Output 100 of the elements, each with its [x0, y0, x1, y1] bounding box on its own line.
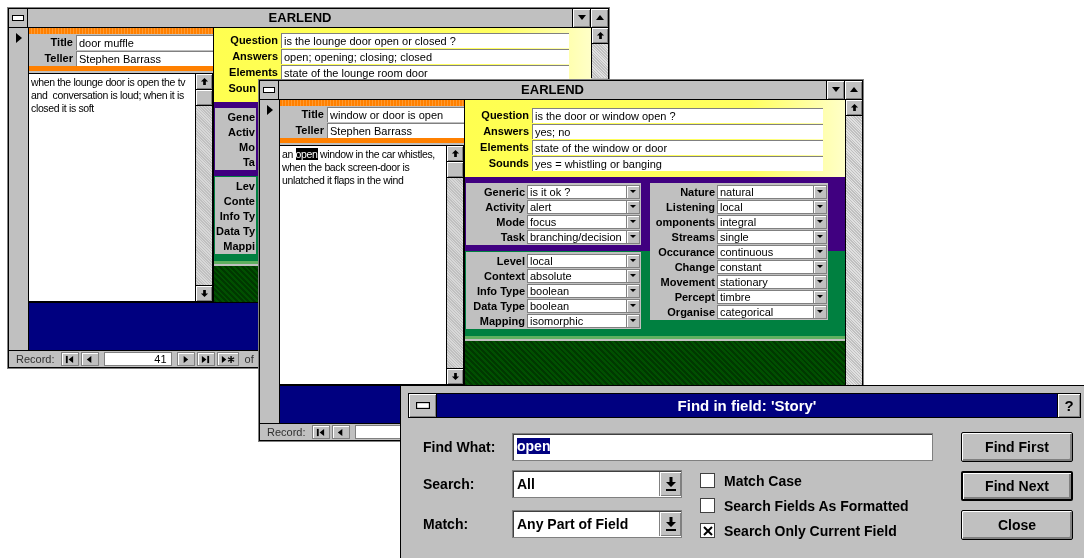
checkbox-label[interactable]: Search Fields As Formatted	[724, 497, 909, 514]
scroll-up-button[interactable]	[592, 28, 608, 44]
dropdown-button[interactable]	[626, 284, 639, 297]
scroll-up-button[interactable]	[447, 146, 463, 162]
system-menu-button[interactable]	[9, 9, 28, 27]
dropdown-field[interactable]: constant	[717, 259, 827, 274]
dropdown-button[interactable]	[626, 230, 639, 243]
dropdown-field[interactable]: categorical	[717, 304, 827, 319]
new-record-button[interactable]	[216, 352, 239, 366]
dropdown-field[interactable]: integral	[717, 214, 827, 229]
checkbox[interactable]	[700, 498, 715, 513]
dialog-button[interactable]: Close	[961, 510, 1073, 540]
text-field[interactable]: state of the lounge room door	[281, 64, 569, 80]
dropdown-button[interactable]	[813, 185, 826, 198]
dropdown-button[interactable]	[626, 215, 639, 228]
dropdown-field[interactable]: alert	[527, 199, 640, 214]
dropdown-field[interactable]: continuous	[717, 244, 827, 259]
scroll-thumb[interactable]	[196, 90, 212, 106]
scroll-thumb[interactable]	[447, 162, 463, 178]
previous-record-button[interactable]	[331, 425, 350, 439]
combo-box[interactable]: Any Part of Field	[512, 510, 682, 538]
vertical-scrollbar[interactable]	[591, 28, 608, 78]
text-field[interactable]: window or door is open	[327, 106, 464, 122]
dropdown-button[interactable]	[659, 512, 681, 536]
dropdown-button[interactable]	[813, 305, 826, 318]
combo-box[interactable]: All	[512, 470, 682, 498]
field-label: Occurance	[657, 245, 716, 258]
dropdown-field[interactable]: absolute	[527, 268, 640, 283]
dropdown-button[interactable]	[813, 290, 826, 303]
record-pointer-icon	[14, 32, 23, 44]
first-record-button[interactable]	[60, 352, 79, 366]
vertical-scrollbar[interactable]	[446, 146, 464, 384]
dialog-button[interactable]: Find Next	[961, 471, 1073, 501]
dialog-button[interactable]: Find First	[961, 432, 1073, 462]
dropdown-button[interactable]	[626, 269, 639, 282]
scroll-up-button[interactable]	[196, 74, 212, 90]
next-record-button[interactable]	[176, 352, 195, 366]
text-field[interactable]: Stephen Barrass	[327, 122, 464, 138]
system-menu-button[interactable]	[409, 394, 437, 417]
dropdown-button[interactable]	[813, 200, 826, 213]
dropdown-field[interactable]: single	[717, 229, 827, 244]
maximize-button[interactable]	[844, 81, 862, 99]
scroll-up-button[interactable]	[846, 100, 862, 116]
dropdown-button[interactable]	[813, 215, 826, 228]
previous-record-button[interactable]	[80, 352, 99, 366]
text-field[interactable]: door muffle	[76, 34, 213, 50]
maximize-button[interactable]	[590, 9, 608, 27]
dropdown-field[interactable]: boolean	[527, 298, 640, 313]
dropdown-button[interactable]	[813, 230, 826, 243]
first-record-button[interactable]	[311, 425, 330, 439]
dropdown-button[interactable]	[626, 200, 639, 213]
checkbox-label[interactable]: Search Only Current Field	[724, 522, 897, 539]
field-label: Question	[229, 34, 279, 46]
dropdown-field[interactable]: local	[527, 253, 640, 268]
minimize-button[interactable]	[826, 81, 844, 99]
text-field[interactable]: state of the window or door	[532, 139, 823, 155]
dropdown-button[interactable]	[626, 254, 639, 267]
dropdown-button[interactable]	[626, 314, 639, 327]
window-menu-icon	[263, 87, 275, 93]
text-field[interactable]: yes; no	[532, 123, 823, 139]
find-what-field[interactable]: open	[512, 433, 933, 461]
field-label: Info Type	[475, 284, 526, 297]
dropdown-button[interactable]	[626, 185, 639, 198]
text-field[interactable]: Stephen Barrass	[76, 50, 213, 66]
checkbox[interactable]	[700, 523, 715, 538]
vertical-scrollbar[interactable]	[195, 74, 213, 301]
field-label: Teller	[43, 52, 74, 64]
dropdown-field[interactable]: is it ok ?	[527, 184, 640, 199]
text-field[interactable]: open; opening; closing; closed	[281, 48, 569, 64]
text-field[interactable]: yes = whistling or banging	[532, 155, 823, 171]
dropdown-button[interactable]	[813, 260, 826, 273]
first-record-icon	[316, 427, 326, 437]
dropdown-arrow-icon	[629, 204, 637, 209]
dropdown-field[interactable]: focus	[527, 214, 640, 229]
dropdown-field[interactable]: isomorphic	[527, 313, 640, 328]
scroll-down-button[interactable]	[196, 285, 212, 301]
record-number-field[interactable]: 41	[103, 352, 172, 366]
dropdown-field[interactable]: natural	[717, 184, 827, 199]
system-menu-button[interactable]	[260, 81, 279, 99]
dropdown-button[interactable]	[659, 472, 681, 496]
dropdown-field[interactable]: stationary	[717, 274, 827, 289]
dropdown-field[interactable]: local	[717, 199, 827, 214]
help-button[interactable]: ?	[1057, 394, 1080, 417]
dropdown-arrow-icon	[816, 249, 824, 254]
dropdown-field[interactable]: timbre	[717, 289, 827, 304]
record-pointer-icon	[265, 104, 274, 116]
minimize-button[interactable]	[572, 9, 590, 27]
checkbox[interactable]	[700, 473, 715, 488]
dropdown-field[interactable]: branching/decision	[527, 229, 640, 244]
dropdown-button[interactable]	[813, 275, 826, 288]
up-arrow-icon	[849, 103, 859, 112]
dropdown-field[interactable]: boolean	[527, 283, 640, 298]
scroll-down-button[interactable]	[447, 368, 463, 384]
text-field[interactable]: is the door or window open ?	[532, 107, 823, 123]
dropdown-button[interactable]	[813, 245, 826, 258]
field-label: Question	[480, 109, 530, 121]
text-field[interactable]: is the lounge door open or closed ?	[281, 32, 569, 48]
dropdown-button[interactable]	[626, 299, 639, 312]
checkbox-label[interactable]: Match Case	[724, 472, 802, 489]
last-record-button[interactable]	[196, 352, 215, 366]
